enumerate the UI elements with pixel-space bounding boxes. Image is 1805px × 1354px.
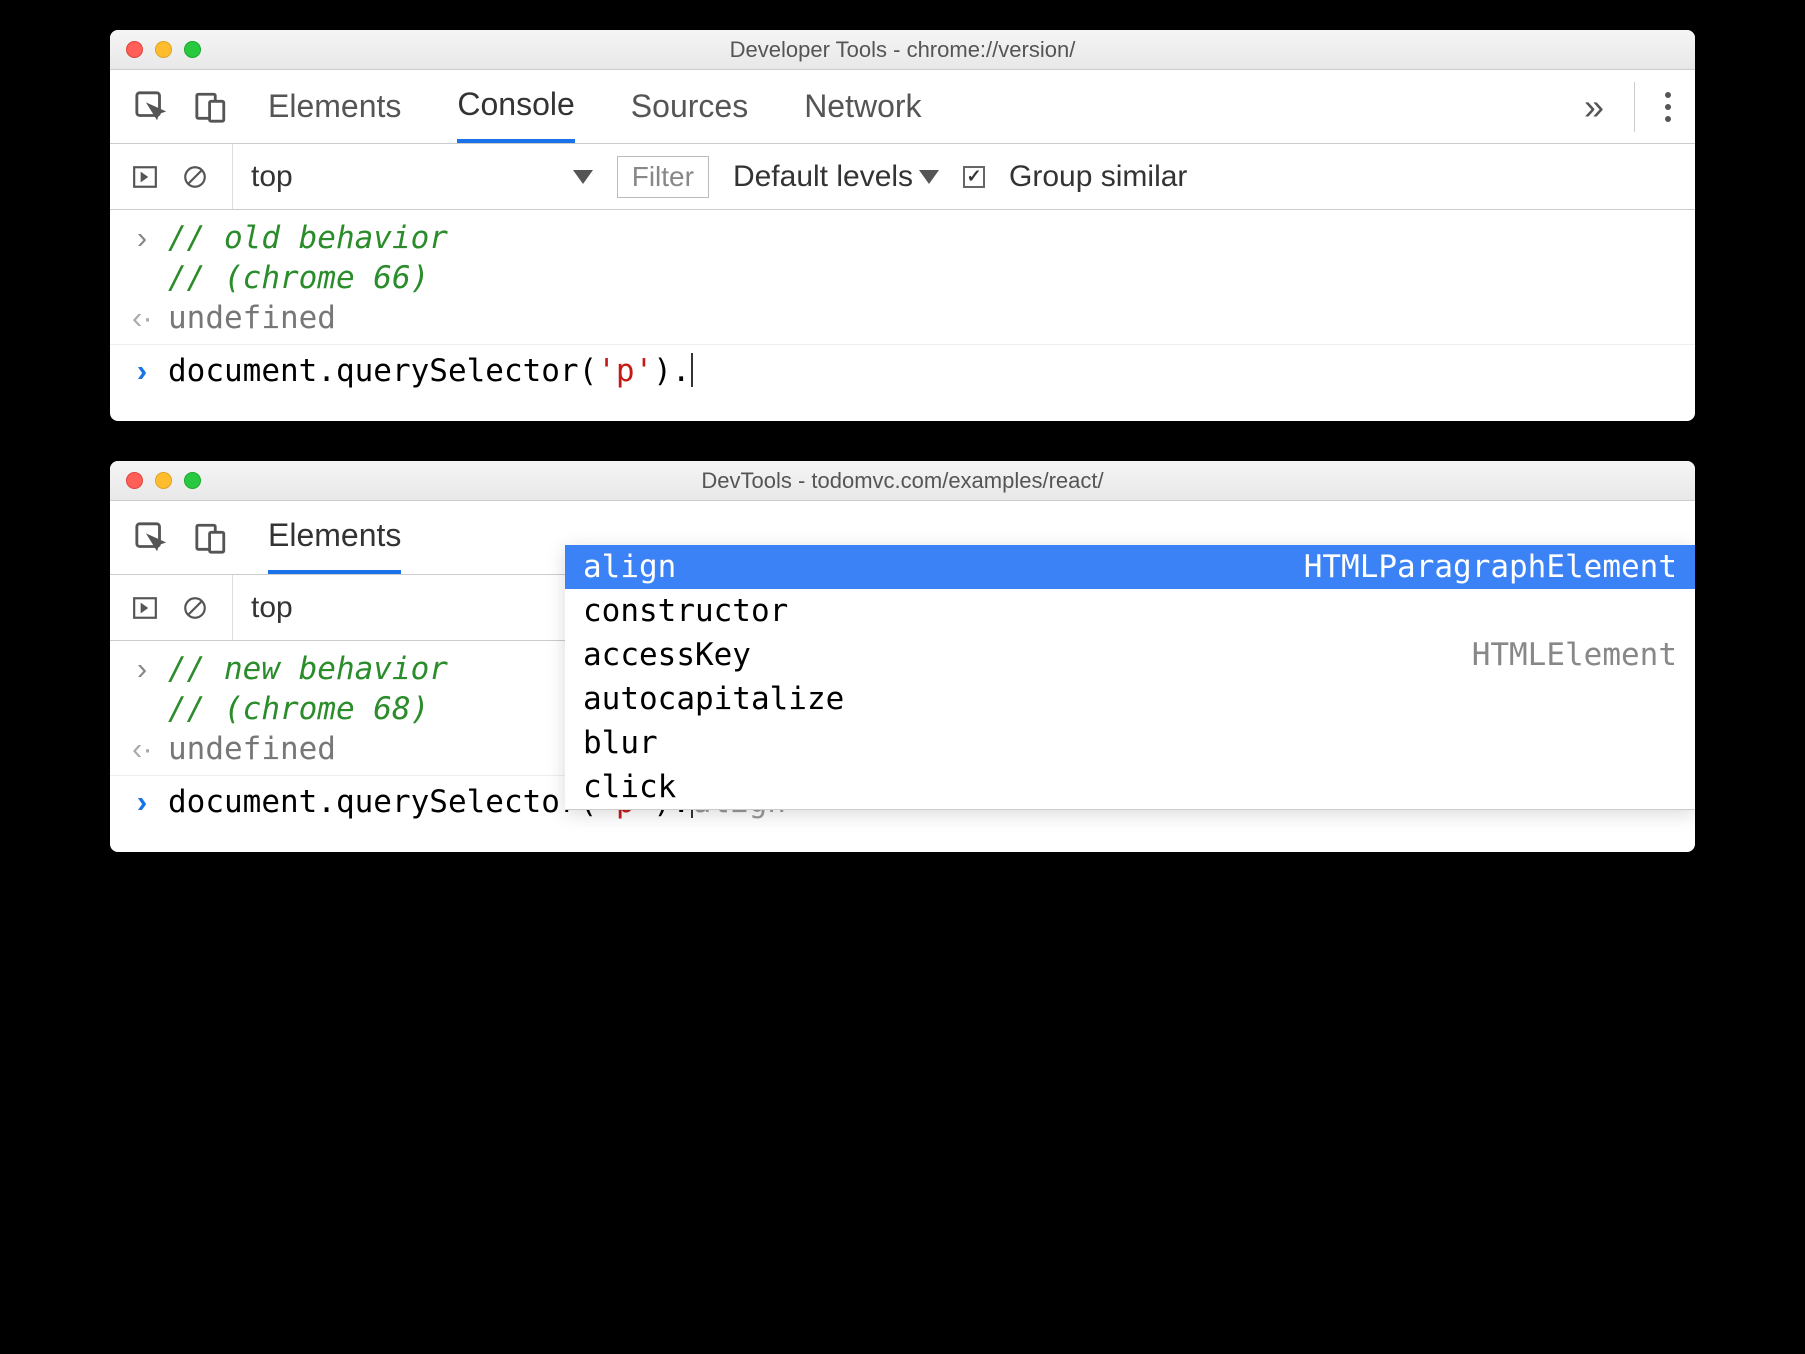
- clear-console-icon[interactable]: [182, 164, 208, 190]
- autocomplete-item[interactable]: align HTMLParagraphElement: [565, 545, 1695, 589]
- input-chevron-icon: ›: [132, 651, 152, 687]
- prompt-chevron-icon: ›: [132, 353, 152, 389]
- divider: [1634, 82, 1635, 132]
- console-toolbar: top Filter Default levels Group similar: [110, 144, 1695, 210]
- console-prompt-line[interactable]: › document.querySelector('p').: [110, 351, 1695, 391]
- autocomplete-hint: HTMLElement: [1472, 637, 1677, 673]
- close-icon[interactable]: [126, 41, 143, 58]
- result-chevron-icon: ‹·: [132, 300, 152, 336]
- more-tabs-icon[interactable]: »: [1584, 86, 1604, 128]
- autocomplete-label: click: [583, 769, 676, 805]
- filter-input[interactable]: Filter: [617, 156, 709, 198]
- tab-elements[interactable]: Elements: [268, 70, 401, 143]
- console-input-line: › // old behavior: [110, 218, 1695, 258]
- device-icon[interactable]: [194, 521, 228, 555]
- titlebar[interactable]: DevTools - todomvc.com/examples/react/: [110, 461, 1695, 501]
- comment-text: // new behavior: [168, 651, 448, 687]
- tab-console[interactable]: Console: [457, 70, 574, 143]
- devtools-toolbar: Elements Console Sources Network »: [110, 70, 1695, 144]
- autocomplete-label: blur: [583, 725, 658, 761]
- kebab-menu-icon[interactable]: [1665, 92, 1671, 122]
- comment-text: // old behavior: [168, 220, 448, 256]
- minimize-icon[interactable]: [155, 472, 172, 489]
- sidebar-toggle-icon[interactable]: [132, 164, 158, 190]
- tab-network[interactable]: Network: [804, 70, 921, 143]
- result-chevron-icon: ‹·: [132, 731, 152, 767]
- autocomplete-popup[interactable]: align HTMLParagraphElement constructor a…: [565, 545, 1695, 810]
- traffic-lights: [126, 41, 201, 58]
- input-chevron-icon: ›: [132, 220, 152, 256]
- tab-sources[interactable]: Sources: [631, 70, 748, 143]
- log-levels-selector[interactable]: Default levels: [733, 160, 939, 194]
- autocomplete-label: constructor: [583, 593, 788, 629]
- group-similar-label: Group similar: [1009, 160, 1187, 194]
- autocomplete-hint: HTMLParagraphElement: [1304, 549, 1677, 585]
- zoom-icon[interactable]: [184, 472, 201, 489]
- titlebar[interactable]: Developer Tools - chrome://version/: [110, 30, 1695, 70]
- window-title: DevTools - todomvc.com/examples/react/: [126, 468, 1679, 494]
- device-icon[interactable]: [194, 90, 228, 124]
- autocomplete-label: accessKey: [583, 637, 751, 673]
- context-label: top: [251, 160, 293, 194]
- traffic-lights: [126, 472, 201, 489]
- group-similar-checkbox[interactable]: [963, 166, 985, 188]
- tab-elements[interactable]: Elements: [268, 501, 401, 574]
- console-input[interactable]: document.querySelector('p').: [168, 353, 693, 389]
- chevron-down-icon: [919, 170, 939, 184]
- minimize-icon[interactable]: [155, 41, 172, 58]
- prompt-chevron-icon: ›: [132, 784, 152, 820]
- result-value: undefined: [168, 731, 336, 767]
- comment-text: // (chrome 68): [168, 691, 429, 727]
- autocomplete-item[interactable]: constructor: [565, 589, 1695, 633]
- autocomplete-item[interactable]: blur: [565, 721, 1695, 765]
- context-selector[interactable]: top: [232, 144, 593, 209]
- comment-text: // (chrome 66): [168, 260, 429, 296]
- zoom-icon[interactable]: [184, 41, 201, 58]
- close-icon[interactable]: [126, 472, 143, 489]
- devtools-window-1: Developer Tools - chrome://version/ Elem…: [110, 30, 1695, 421]
- context-selector[interactable]: top: [232, 575, 293, 640]
- result-value: undefined: [168, 300, 336, 336]
- console-body: › // old behavior // (chrome 66) ‹· unde…: [110, 210, 1695, 421]
- console-input-line: // (chrome 66): [110, 258, 1695, 298]
- inspect-icon[interactable]: [134, 90, 168, 124]
- autocomplete-label: autocapitalize: [583, 681, 844, 717]
- divider: [110, 344, 1695, 345]
- context-label: top: [251, 591, 293, 625]
- autocomplete-item[interactable]: accessKey HTMLElement: [565, 633, 1695, 677]
- console-result-line: ‹· undefined: [110, 298, 1695, 338]
- window-title: Developer Tools - chrome://version/: [126, 37, 1679, 63]
- panel-tabs: Elements: [268, 501, 401, 574]
- autocomplete-item[interactable]: click: [565, 765, 1695, 809]
- devtools-window-2: DevTools - todomvc.com/examples/react/ E…: [110, 461, 1695, 852]
- autocomplete-label: align: [583, 549, 676, 585]
- sidebar-toggle-icon[interactable]: [132, 595, 158, 621]
- chevron-down-icon: [573, 170, 593, 184]
- autocomplete-item[interactable]: autocapitalize: [565, 677, 1695, 721]
- text-cursor: [691, 353, 693, 387]
- inspect-icon[interactable]: [134, 521, 168, 555]
- panel-tabs: Elements Console Sources Network: [268, 70, 922, 143]
- clear-console-icon[interactable]: [182, 595, 208, 621]
